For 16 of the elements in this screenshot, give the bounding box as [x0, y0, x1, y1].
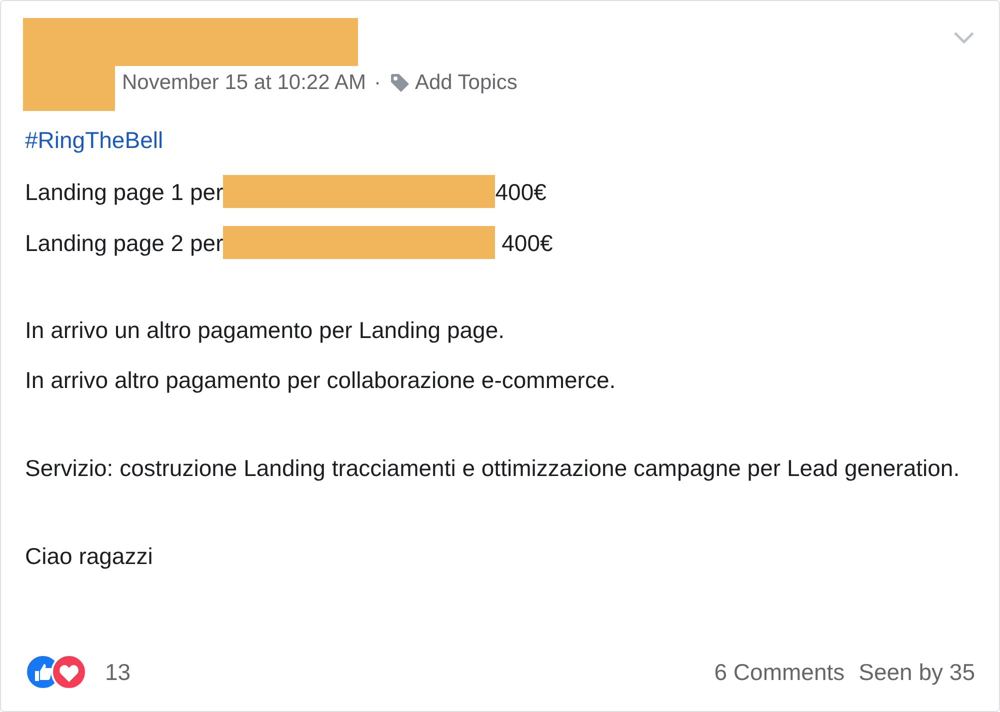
- tag-icon: [388, 72, 411, 94]
- post-text: Landing page 2 per: [25, 228, 224, 258]
- post-text: In arrivo un altro pagamento per Landing page.: [25, 316, 506, 345]
- add-topics-button[interactable]: Add Topics: [388, 71, 518, 95]
- comments-link[interactable]: 6 Comments: [714, 658, 845, 686]
- price-amount: 400€: [500, 228, 553, 258]
- post-text: Servizio: costruzione Landing tracciamenti e ottimizzazione campagne per Lead generation.: [25, 454, 961, 483]
- post-text: Ciao ragazzi: [25, 542, 154, 571]
- reaction-count[interactable]: 13: [105, 658, 131, 686]
- separator-dot: ·: [374, 71, 381, 95]
- post-date[interactable]: November 15 at 10:22 AM: [122, 71, 366, 95]
- price-amount: 400€: [495, 178, 546, 206]
- post-text: Landing page 1 per: [25, 178, 224, 206]
- seen-by-link[interactable]: Seen by 35: [858, 658, 975, 686]
- hashtag-link[interactable]: #RingTheBell: [25, 125, 164, 155]
- post-text: In arrivo altro pagamento per collaborazione e-commerce.: [25, 366, 617, 395]
